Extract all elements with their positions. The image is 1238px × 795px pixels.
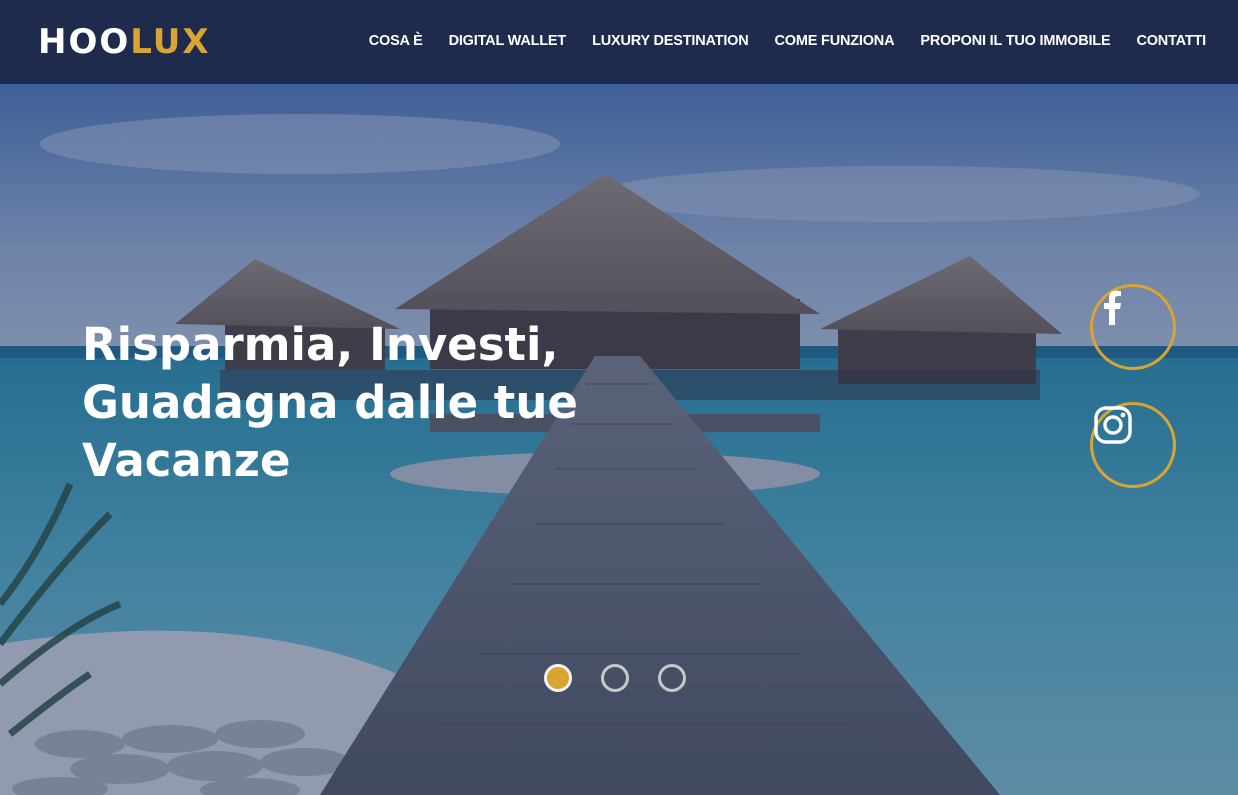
instagram-button[interactable] (1090, 402, 1176, 488)
nav-link-cosa-e[interactable]: COSA È (369, 31, 423, 51)
slider-dots (544, 664, 686, 692)
nav-link-contatti[interactable]: CONTATTI (1136, 31, 1206, 51)
nav-link-luxury-destination[interactable]: LUXURY DESTINATION (592, 31, 749, 51)
main-nav: COSA È DIGITAL WALLET LUXURY DESTINATION… (369, 31, 1206, 51)
instagram-icon (1094, 406, 1132, 444)
nav-link-digital-wallet[interactable]: DIGITAL WALLET (449, 31, 567, 51)
logo-part-1: HOO (38, 22, 131, 62)
slider-dot-3[interactable] (658, 664, 686, 692)
facebook-icon (1104, 290, 1121, 325)
nav-link-proponi-immobile[interactable]: PROPONI IL TUO IMMOBILE (920, 31, 1110, 51)
hero-section: Risparmia, Investi, Guadagna dalle tue V… (0, 84, 1238, 795)
headline-line-3: Vacanze (82, 434, 291, 487)
slider-dot-2[interactable] (601, 664, 629, 692)
slider-dot-1[interactable] (544, 664, 572, 692)
facebook-button[interactable] (1090, 284, 1176, 370)
site-header: HOOLUX COSA È DIGITAL WALLET LUXURY DEST… (0, 0, 1238, 84)
logo-part-2: LUX (130, 22, 211, 62)
nav-link-come-funziona[interactable]: COME FUNZIONA (775, 31, 895, 51)
headline-line-1: Risparmia, Investi, (82, 318, 559, 371)
headline-line-2: Guadagna dalle tue (82, 376, 578, 429)
logo[interactable]: HOOLUX (38, 22, 211, 62)
hero-headline: Risparmia, Investi, Guadagna dalle tue V… (82, 316, 602, 490)
page: HOOLUX COSA È DIGITAL WALLET LUXURY DEST… (0, 0, 1238, 795)
